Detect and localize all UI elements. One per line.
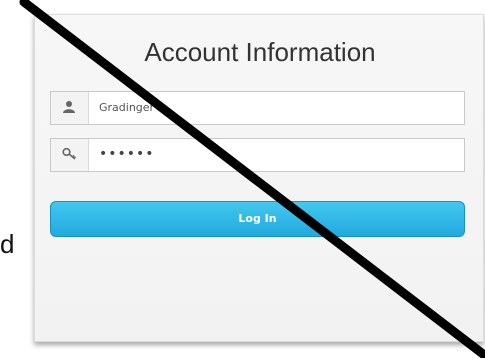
panel-title: Account Information (144, 37, 376, 67)
screenshot-stage: d Account Information Gradinger •••••• L… (0, 0, 485, 358)
username-field[interactable]: Gradinger (50, 91, 465, 125)
user-icon (63, 101, 75, 113)
key-icon (62, 147, 76, 160)
username-icon-cell (51, 92, 89, 124)
password-value: •••••• (99, 146, 155, 162)
username-value: Gradinger (99, 101, 155, 114)
login-button[interactable]: Log In (50, 201, 465, 237)
side-text-fragment: d (0, 229, 15, 259)
password-icon-cell (51, 139, 89, 171)
password-field[interactable]: •••••• (50, 138, 465, 172)
